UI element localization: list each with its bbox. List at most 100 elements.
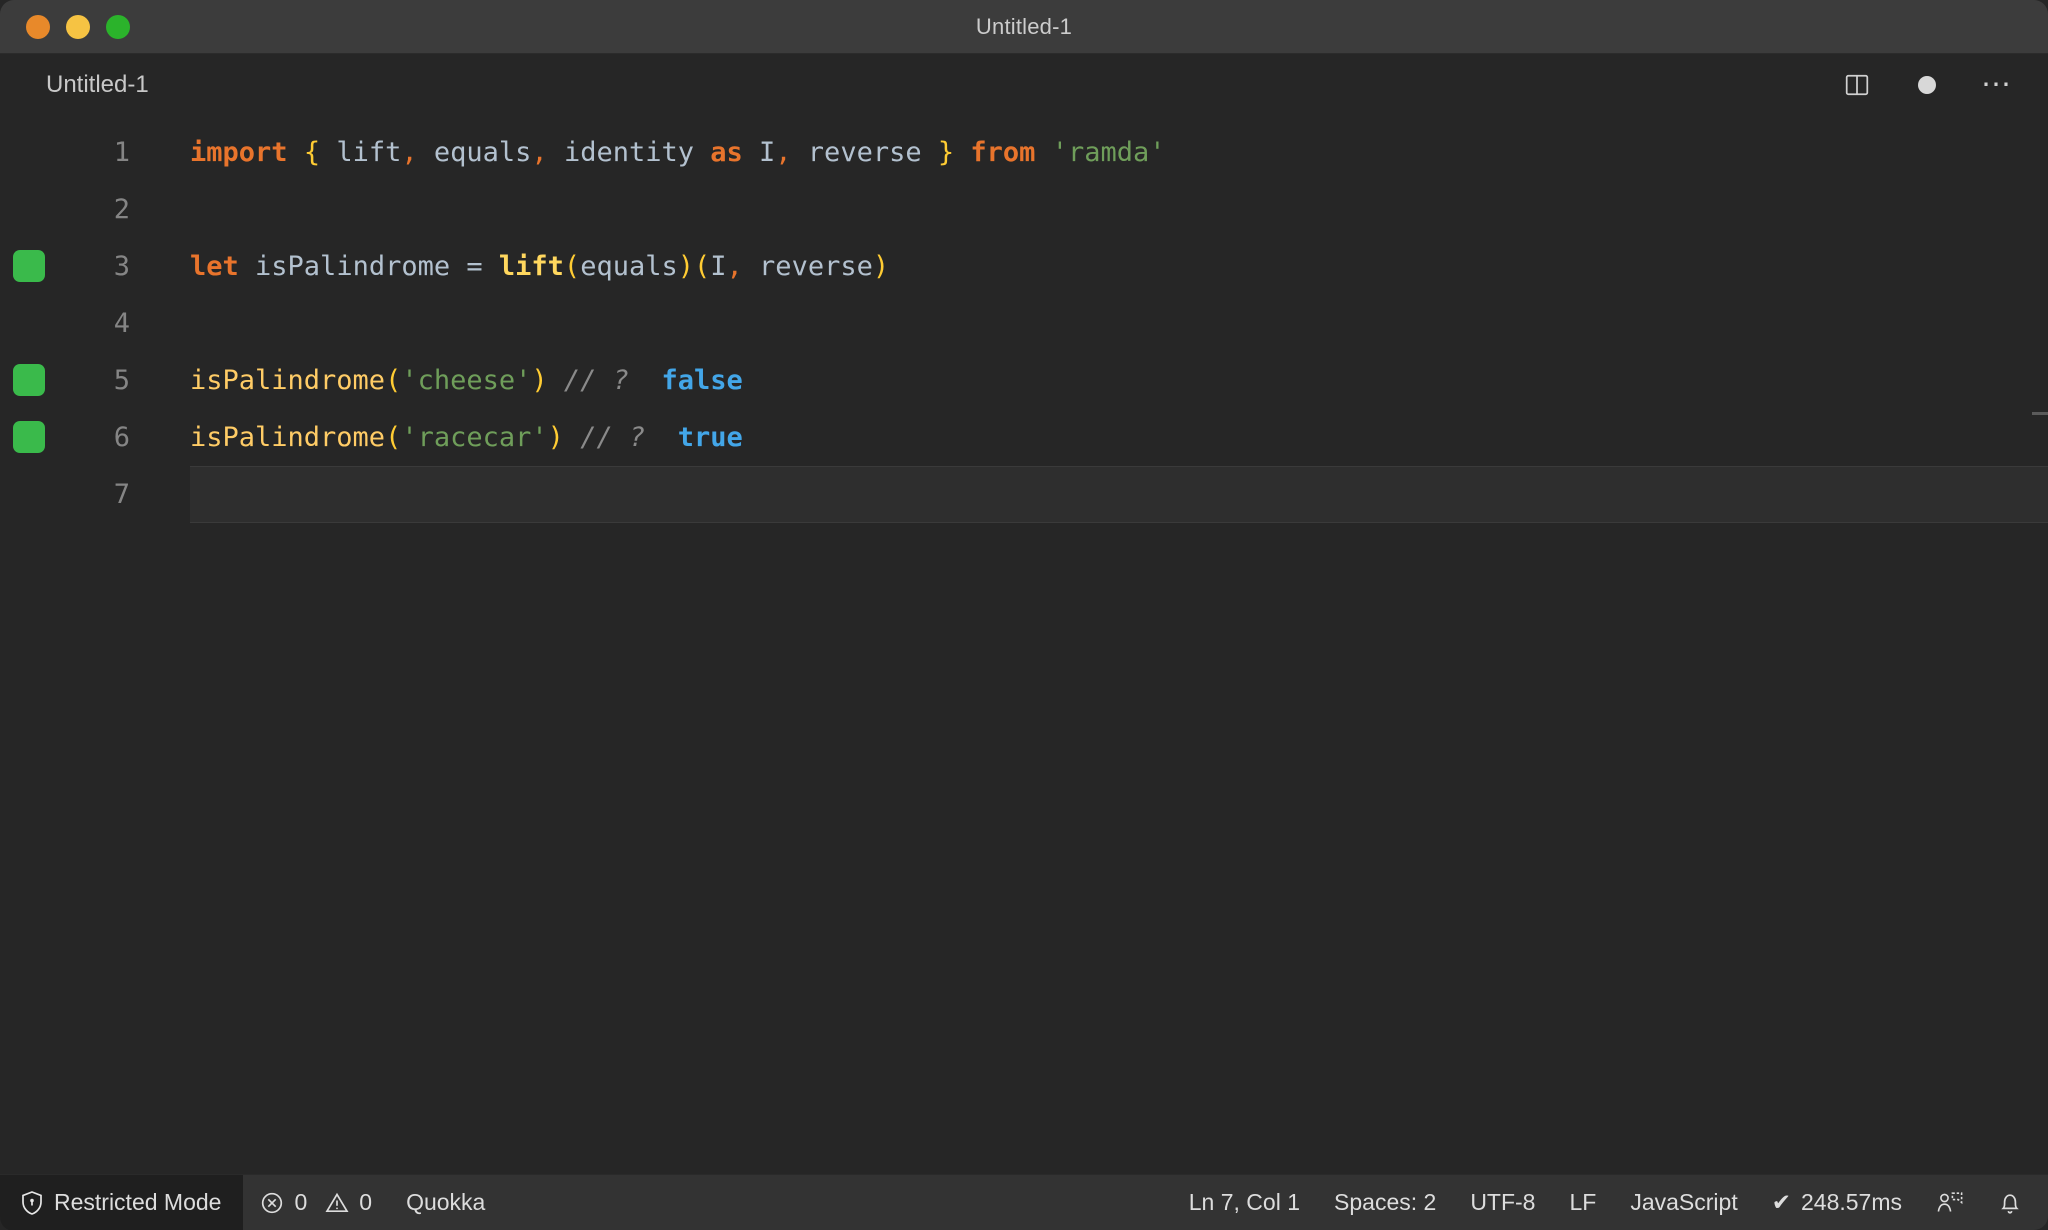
code-token: reverse	[791, 137, 938, 168]
quokka-gutter-indicator[interactable]	[13, 250, 45, 282]
code-token: 'cheese'	[401, 365, 532, 396]
code-lines[interactable]: 1 import { lift, equals, identity as I, r…	[0, 116, 2048, 523]
bell-icon	[1998, 1190, 2022, 1216]
code-token: let	[190, 251, 239, 282]
window-titlebar: Untitled-1	[0, 0, 2048, 54]
code-token: // ?	[580, 422, 646, 453]
line-content: isPalindrome('cheese') // ? false	[190, 352, 743, 409]
code-line[interactable]: 5 isPalindrome('cheese') // ? false	[0, 352, 2048, 409]
restricted-mode-label: Restricted Mode	[54, 1189, 222, 1215]
warning-count: 0	[359, 1189, 373, 1215]
warning-icon	[325, 1191, 349, 1215]
status-indentation[interactable]: Spaces: 2	[1317, 1175, 1453, 1230]
minimize-window-button[interactable]	[66, 14, 90, 39]
more-actions-icon[interactable]: ⋯	[1980, 68, 2014, 102]
error-count: 0	[294, 1189, 308, 1215]
code-token: ,	[775, 137, 792, 168]
status-quokka[interactable]: Quokka	[389, 1175, 502, 1230]
code-token: ,	[401, 137, 418, 168]
maximize-window-button[interactable]	[106, 14, 130, 39]
code-token: lift	[320, 137, 402, 168]
shield-icon	[20, 1190, 44, 1216]
status-cursor-position[interactable]: Ln 7, Col 1	[1172, 1175, 1317, 1230]
code-token: // ?	[563, 365, 629, 396]
code-token: I	[710, 251, 727, 282]
language-mode-label: JavaScript	[1630, 1189, 1738, 1215]
code-token: lift	[498, 251, 564, 282]
code-line[interactable]: 2	[0, 181, 2048, 238]
line-content: import { lift, equals, identity as I, re…	[190, 124, 1165, 181]
code-token: import	[190, 137, 288, 168]
split-editor-icon[interactable]	[1840, 68, 1874, 102]
code-line[interactable]: 3 let isPalindrome = lift(equals)(I, reve…	[0, 238, 2048, 295]
status-bar: Restricted Mode 0 0 Quokka Ln 7, Col 1 S…	[0, 1174, 2048, 1230]
editor-surface[interactable]: 1 import { lift, equals, identity as I, r…	[0, 116, 2048, 1174]
quokka-gutter-indicator[interactable]	[13, 421, 45, 453]
error-icon	[260, 1191, 284, 1215]
code-token: {	[303, 137, 321, 168]
code-line[interactable]: 4	[0, 295, 2048, 352]
code-token: (	[694, 251, 711, 282]
tab-untitled-1[interactable]: Untitled-1	[0, 54, 183, 116]
status-restricted-mode[interactable]: Restricted Mode	[0, 1174, 244, 1230]
more-actions-glyph: ⋯	[1981, 68, 2013, 101]
code-token: }	[937, 137, 955, 168]
code-token: (	[385, 422, 402, 453]
line-number: 2	[113, 194, 130, 225]
status-problems[interactable]: 0 0	[243, 1175, 389, 1230]
line-number: 7	[113, 479, 130, 510]
traffic-lights	[26, 14, 130, 39]
encoding-label: UTF-8	[1470, 1189, 1536, 1215]
eol-label: LF	[1569, 1189, 1597, 1215]
code-token: equals	[417, 137, 532, 168]
code-token: isPalindrome	[190, 365, 386, 396]
code-token: equals	[580, 251, 678, 282]
editor-tab-bar: Untitled-1 ⋯	[0, 54, 2048, 116]
code-line[interactable]: 1 import { lift, equals, identity as I, r…	[0, 124, 2048, 181]
code-token: false	[661, 365, 743, 396]
code-line[interactable]: 7	[0, 466, 2048, 523]
line-number: 1	[113, 137, 130, 168]
line-content: isPalindrome('racecar') // ? true	[190, 409, 743, 466]
code-token: true	[677, 422, 743, 453]
quokka-label: Quokka	[406, 1189, 486, 1215]
line-number: 4	[113, 308, 130, 339]
cursor-position-label: Ln 7, Col 1	[1188, 1189, 1301, 1215]
close-window-button[interactable]	[26, 14, 50, 39]
quokka-gutter-indicator[interactable]	[13, 364, 45, 396]
status-language-mode[interactable]: JavaScript	[1613, 1175, 1754, 1230]
indentation-label: Spaces: 2	[1334, 1189, 1437, 1215]
status-feedback[interactable]	[1919, 1175, 1981, 1230]
code-token: isPalindrome	[190, 422, 386, 453]
code-line[interactable]: 6 isPalindrome('racecar') // ? true	[0, 409, 2048, 466]
feedback-icon	[1936, 1190, 1964, 1216]
code-token: )	[547, 422, 564, 453]
code-token: ,	[531, 137, 548, 168]
code-token: from	[970, 137, 1036, 168]
code-token: reverse	[742, 251, 873, 282]
status-notifications[interactable]	[1981, 1175, 2048, 1230]
window-title: Untitled-1	[975, 13, 1073, 39]
line-content: let isPalindrome = lift(equals)(I, rever…	[190, 238, 889, 295]
status-encoding[interactable]: UTF-8	[1453, 1175, 1552, 1230]
status-right-group: Ln 7, Col 1 Spaces: 2 UTF-8 LF JavaScrip…	[1172, 1175, 2048, 1230]
editor-actions: ⋯	[1840, 68, 2048, 102]
status-runtime[interactable]: ✔ 248.57ms	[1755, 1175, 1919, 1230]
vscode-window: Untitled-1 Untitled-1 ⋯ 1 import { lift, …	[0, 0, 2048, 1230]
code-token: (	[563, 251, 581, 282]
code-token: )	[872, 251, 890, 282]
check-icon: ✔	[1771, 1189, 1791, 1215]
code-token: as	[710, 137, 743, 168]
unsaved-dot-icon[interactable]	[1910, 68, 1944, 102]
code-token: )	[677, 251, 694, 282]
status-eol[interactable]: LF	[1552, 1175, 1613, 1230]
code-token: 'racecar'	[401, 422, 548, 453]
runtime-label: 248.57ms	[1800, 1189, 1902, 1215]
current-line-highlight	[190, 466, 2048, 523]
code-token: identity	[547, 137, 711, 168]
